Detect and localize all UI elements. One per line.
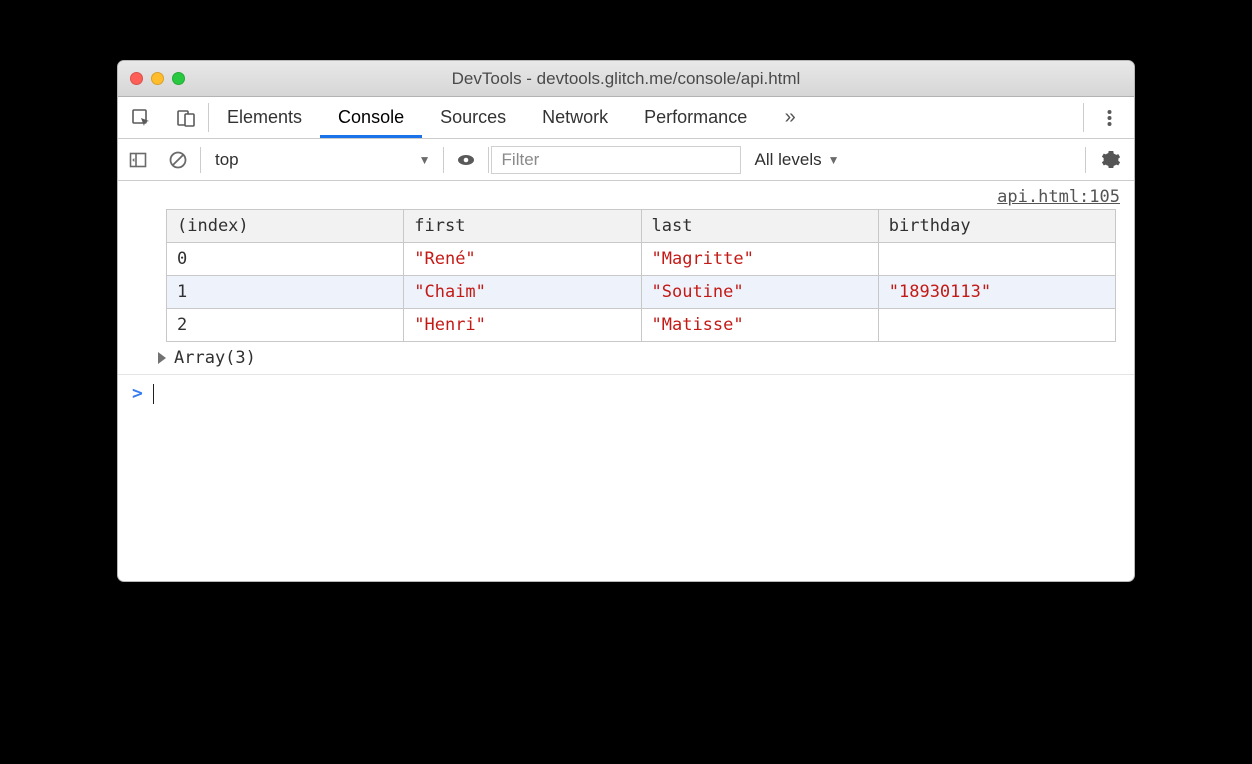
cell-birthday: "18930113": [878, 276, 1115, 309]
table-row: 0 "René" "Magritte": [167, 243, 1116, 276]
divider: [488, 147, 489, 173]
array-summary-label: Array(3): [174, 348, 256, 368]
console-table-wrapper: (index) first last birthday 0 "René" "Ma…: [118, 209, 1134, 342]
console-table: (index) first last birthday 0 "René" "Ma…: [166, 209, 1116, 342]
cell-first: "Henri": [404, 309, 641, 342]
titlebar: DevTools - devtools.glitch.me/console/ap…: [118, 61, 1134, 97]
cell-index: 0: [167, 243, 404, 276]
array-expand-row[interactable]: Array(3): [118, 342, 1134, 374]
cell-birthday: [878, 309, 1115, 342]
tab-elements[interactable]: Elements: [209, 97, 320, 138]
tab-sources[interactable]: Sources: [422, 97, 524, 138]
window-close-button[interactable]: [130, 72, 143, 85]
devtools-window: DevTools - devtools.glitch.me/console/ap…: [117, 60, 1135, 582]
cell-index: 1: [167, 276, 404, 309]
tab-network[interactable]: Network: [524, 97, 626, 138]
divider: [200, 147, 201, 173]
cell-birthday: [878, 243, 1115, 276]
inspect-element-icon[interactable]: [118, 97, 163, 138]
devtools-tabbar: Elements Console Sources Network Perform…: [118, 97, 1134, 139]
col-first[interactable]: first: [404, 210, 641, 243]
cell-last: "Magritte": [641, 243, 878, 276]
prompt-caret-icon: >: [132, 383, 143, 404]
log-levels-select[interactable]: All levels ▼: [741, 150, 854, 170]
tabs-overflow-button[interactable]: »: [765, 97, 815, 138]
window-zoom-button[interactable]: [172, 72, 185, 85]
cell-index: 2: [167, 309, 404, 342]
kebab-menu-icon[interactable]: [1084, 97, 1134, 138]
tab-console[interactable]: Console: [320, 97, 422, 138]
execution-context-select[interactable]: top ▼: [203, 150, 441, 170]
col-birthday[interactable]: birthday: [878, 210, 1115, 243]
text-cursor: [153, 384, 154, 404]
cell-first: "René": [404, 243, 641, 276]
table-header-row: (index) first last birthday: [167, 210, 1116, 243]
traffic-lights: [118, 72, 185, 85]
col-index[interactable]: (index): [167, 210, 404, 243]
log-levels-label: All levels: [755, 150, 822, 170]
live-expression-icon[interactable]: [446, 149, 486, 171]
table-row: 2 "Henri" "Matisse": [167, 309, 1116, 342]
tab-performance[interactable]: Performance: [626, 97, 765, 138]
table-row: 1 "Chaim" "Soutine" "18930113": [167, 276, 1116, 309]
window-title: DevTools - devtools.glitch.me/console/ap…: [118, 69, 1134, 89]
cell-last: "Matisse": [641, 309, 878, 342]
col-last[interactable]: last: [641, 210, 878, 243]
console-settings-icon[interactable]: [1088, 150, 1134, 170]
cell-first: "Chaim": [404, 276, 641, 309]
console-toolbar: top ▼ All levels ▼: [118, 139, 1134, 181]
console-prompt[interactable]: >: [118, 374, 1134, 412]
dropdown-triangle-icon: ▼: [828, 153, 840, 167]
cell-last: "Soutine": [641, 276, 878, 309]
clear-console-icon[interactable]: [158, 150, 198, 170]
window-minimize-button[interactable]: [151, 72, 164, 85]
filter-input[interactable]: [491, 146, 741, 174]
device-toolbar-icon[interactable]: [163, 97, 208, 138]
console-output: api.html:105 (index) first last birthday…: [118, 181, 1134, 581]
dropdown-triangle-icon: ▼: [419, 153, 431, 167]
console-sidebar-toggle-icon[interactable]: [118, 151, 158, 169]
execution-context-label: top: [215, 150, 239, 170]
divider: [1085, 147, 1086, 173]
expand-triangle-icon: [158, 352, 166, 364]
message-source-link[interactable]: api.html:105: [118, 181, 1134, 209]
divider: [443, 147, 444, 173]
